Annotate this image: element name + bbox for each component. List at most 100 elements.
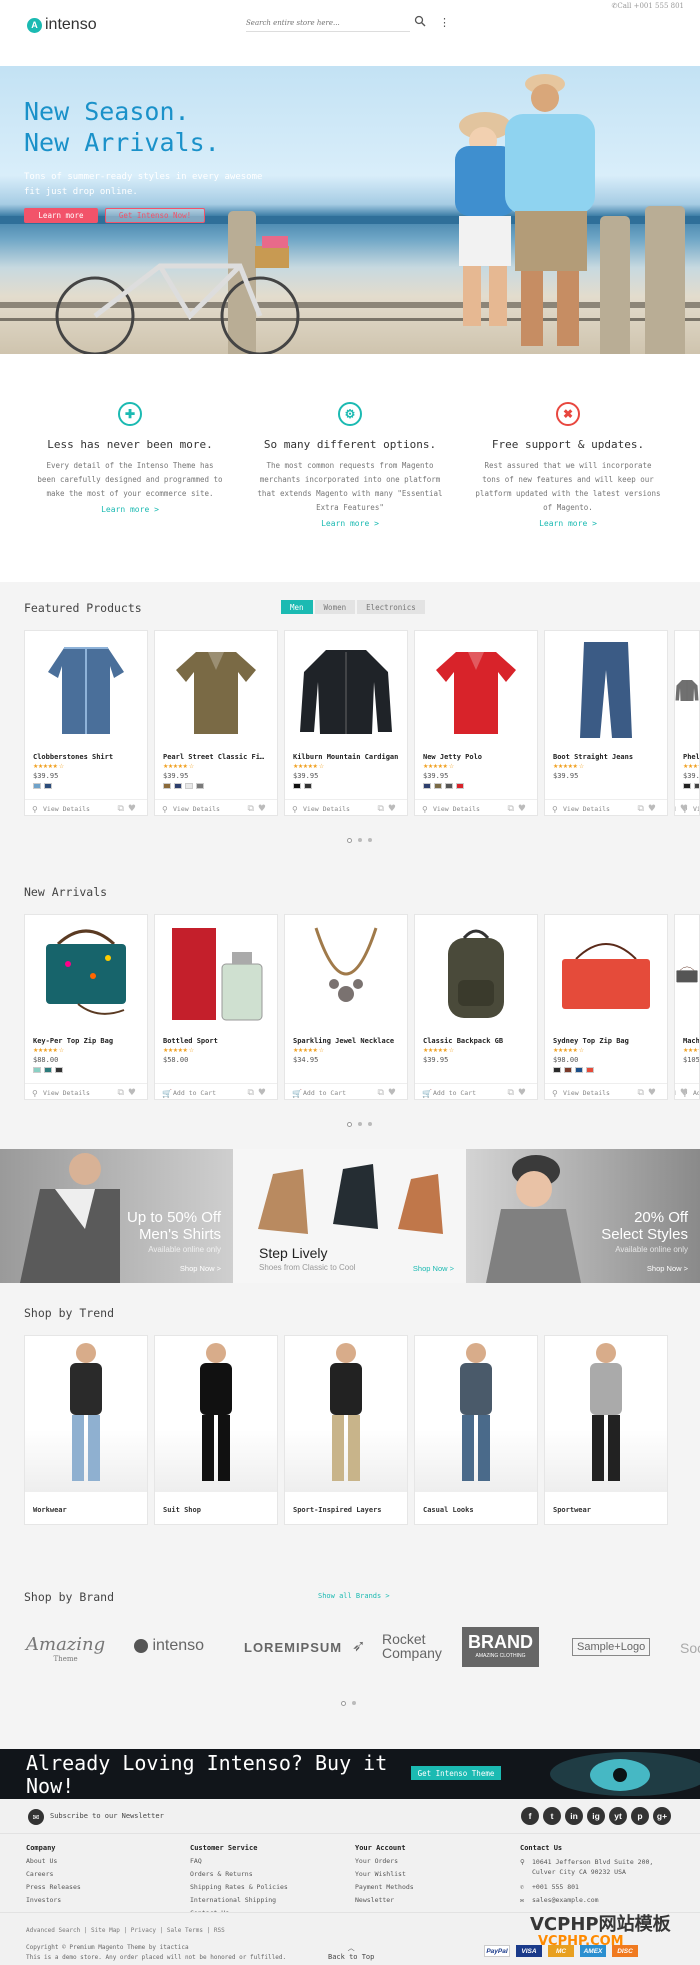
- color-swatch[interactable]: [304, 783, 312, 789]
- product-image[interactable]: [155, 915, 277, 1033]
- trend-image[interactable]: [285, 1336, 407, 1492]
- product-image[interactable]: [545, 915, 667, 1033]
- learn-more-link[interactable]: Learn more >: [25, 505, 235, 514]
- compare-wishlist-icons[interactable]: ⧉♥: [675, 1088, 692, 1098]
- color-swatch[interactable]: [575, 1067, 583, 1073]
- twitter-icon[interactable]: t: [543, 1807, 561, 1825]
- color-swatch[interactable]: [434, 783, 442, 789]
- product-action-link[interactable]: View Details: [173, 805, 220, 813]
- product-card[interactable]: New Jetty Polo ★★★★★ ☆ $39.95 ⚲ View Det…: [414, 630, 538, 816]
- learn-more-button[interactable]: Learn more: [24, 208, 98, 223]
- footer-link[interactable]: Press Releases: [26, 1881, 81, 1894]
- brand-loremipsum[interactable]: LOREMIPSUM: [244, 1640, 342, 1655]
- product-image[interactable]: [155, 631, 277, 749]
- search-icon[interactable]: ⚲: [292, 805, 298, 814]
- product-action-link[interactable]: Add to Cart: [303, 1089, 346, 1097]
- product-name[interactable]: Clobberstones Shirt: [33, 753, 145, 761]
- brand-intenso[interactable]: intenso: [134, 1637, 204, 1655]
- color-swatch[interactable]: [456, 783, 464, 789]
- trend-card[interactable]: Casual Looks: [414, 1335, 538, 1525]
- tab-electronics[interactable]: Electronics: [357, 600, 425, 614]
- brand-amazing[interactable]: Amazing Theme: [26, 1634, 105, 1663]
- compare-wishlist-icons[interactable]: ⧉♥: [248, 804, 271, 814]
- product-action-link[interactable]: View Details: [563, 805, 610, 813]
- promo-banner-styles[interactable]: 20% Off Select Styles Available online on…: [466, 1149, 700, 1283]
- product-action-link[interactable]: Add: [693, 1089, 699, 1097]
- search-icon[interactable]: 🛒: [292, 1089, 302, 1098]
- footer-link[interactable]: Newsletter: [355, 1894, 414, 1907]
- trend-card[interactable]: Workwear: [24, 1335, 148, 1525]
- footer-link[interactable]: International Shipping: [190, 1894, 288, 1907]
- color-swatch[interactable]: [445, 783, 453, 789]
- footer-link[interactable]: Orders & Returns: [190, 1868, 288, 1881]
- color-swatch[interactable]: [44, 1067, 52, 1073]
- product-card[interactable]: Boot Straight Jeans ★★★★★ ☆ $39.95 ⚲ Vie…: [544, 630, 668, 816]
- trend-image[interactable]: [25, 1336, 147, 1492]
- trend-label[interactable]: Sport-Inspired Layers: [293, 1506, 382, 1514]
- color-swatch[interactable]: [163, 783, 171, 789]
- carousel-dots[interactable]: [347, 1122, 372, 1127]
- footer-link[interactable]: Careers: [26, 1868, 81, 1881]
- carousel-dot[interactable]: [347, 838, 352, 843]
- footer-link[interactable]: Your Wishlist: [355, 1868, 414, 1881]
- product-name[interactable]: Sparkling Jewel Necklace: [293, 1037, 405, 1045]
- product-image[interactable]: [675, 915, 699, 1033]
- product-name[interactable]: Bottled Sport: [163, 1037, 275, 1045]
- product-name[interactable]: Pearl Street Classic Fi…: [163, 753, 275, 761]
- cart-icon[interactable]: 🛒: [162, 1089, 172, 1098]
- color-swatch[interactable]: [586, 1067, 594, 1073]
- compare-wishlist-icons[interactable]: ⧉♥: [508, 1088, 531, 1098]
- search-input[interactable]: [246, 14, 410, 32]
- logo[interactable]: A intenso: [27, 16, 97, 34]
- trend-label[interactable]: Casual Looks: [423, 1506, 474, 1514]
- cart-icon[interactable]: ⚲: [162, 805, 168, 814]
- product-card[interactable]: Classic Backpack GB ★★★★★ ☆ $39.95 🛒 Add…: [414, 914, 538, 1100]
- color-swatch[interactable]: [196, 783, 204, 789]
- product-action-link[interactable]: View Details: [303, 805, 350, 813]
- color-swatch[interactable]: [694, 783, 699, 789]
- brand-brand[interactable]: BRAND AMAZING CLOTHING: [462, 1627, 539, 1667]
- carousel-dot[interactable]: [341, 1701, 346, 1706]
- tab-women[interactable]: Women: [314, 600, 356, 614]
- trend-card[interactable]: Sport-Inspired Layers: [284, 1335, 408, 1525]
- product-card[interactable]: Mach ★★★★ $105. ⚲ Add ⧉♥: [674, 914, 700, 1100]
- product-card[interactable]: Bottled Sport ★★★★★ ☆ $58.00 🛒 Add to Ca…: [154, 914, 278, 1100]
- search-icon[interactable]: ⚲: [32, 1089, 38, 1098]
- color-swatch[interactable]: [55, 1067, 63, 1073]
- envelope-icon[interactable]: ✉: [28, 1809, 44, 1825]
- compare-wishlist-icons[interactable]: ⧉♥: [675, 804, 692, 814]
- search-icon[interactable]: [414, 15, 426, 27]
- color-swatch[interactable]: [185, 783, 193, 789]
- get-intenso-button[interactable]: Get Intenso Now!: [105, 208, 205, 223]
- pinterest-icon[interactable]: p: [631, 1807, 649, 1825]
- carousel-dot[interactable]: [347, 1122, 352, 1127]
- product-name[interactable]: Classic Backpack GB: [423, 1037, 535, 1045]
- product-action-link[interactable]: View Details: [433, 805, 480, 813]
- search-icon[interactable]: ⚲: [32, 805, 38, 814]
- product-image[interactable]: [415, 915, 537, 1033]
- product-image[interactable]: [675, 631, 699, 749]
- brand-rocket[interactable]: ➶ Rocket Company: [352, 1632, 442, 1660]
- trend-card[interactable]: Sportwear: [544, 1335, 668, 1525]
- product-card[interactable]: Phelp ★★★★ $39. ⚲ View ⧉♥: [674, 630, 700, 816]
- color-swatch[interactable]: [33, 1067, 41, 1073]
- linkedin-icon[interactable]: in: [565, 1807, 583, 1825]
- trend-label[interactable]: Sportwear: [553, 1506, 591, 1514]
- trend-label[interactable]: Suit Shop: [163, 1506, 201, 1514]
- footer-link[interactable]: Investors: [26, 1894, 81, 1907]
- product-card[interactable]: Pearl Street Classic Fi… ★★★★★ ☆ $39.95 …: [154, 630, 278, 816]
- compare-wishlist-icons[interactable]: ⧉♥: [248, 1088, 271, 1098]
- product-name[interactable]: New Jetty Polo: [423, 753, 535, 761]
- back-to-top[interactable]: ︿ Back to Top: [328, 1943, 374, 1961]
- tab-men[interactable]: Men: [281, 600, 313, 614]
- product-image[interactable]: [25, 915, 147, 1033]
- compare-wishlist-icons[interactable]: ⧉♥: [638, 1088, 661, 1098]
- product-action-link[interactable]: View Details: [43, 1089, 90, 1097]
- product-action-link[interactable]: View Details: [563, 1089, 610, 1097]
- show-all-brands-link[interactable]: Show all Brands >: [318, 1592, 390, 1600]
- promo-banner-shirts[interactable]: Up to 50% Off Men's Shirts Available onli…: [0, 1149, 233, 1283]
- product-image[interactable]: [285, 915, 407, 1033]
- carousel-dot[interactable]: [368, 1122, 372, 1126]
- color-swatch[interactable]: [44, 783, 52, 789]
- product-card[interactable]: Kilburn Mountain Cardigan ★★★★★ ☆ $39.95…: [284, 630, 408, 816]
